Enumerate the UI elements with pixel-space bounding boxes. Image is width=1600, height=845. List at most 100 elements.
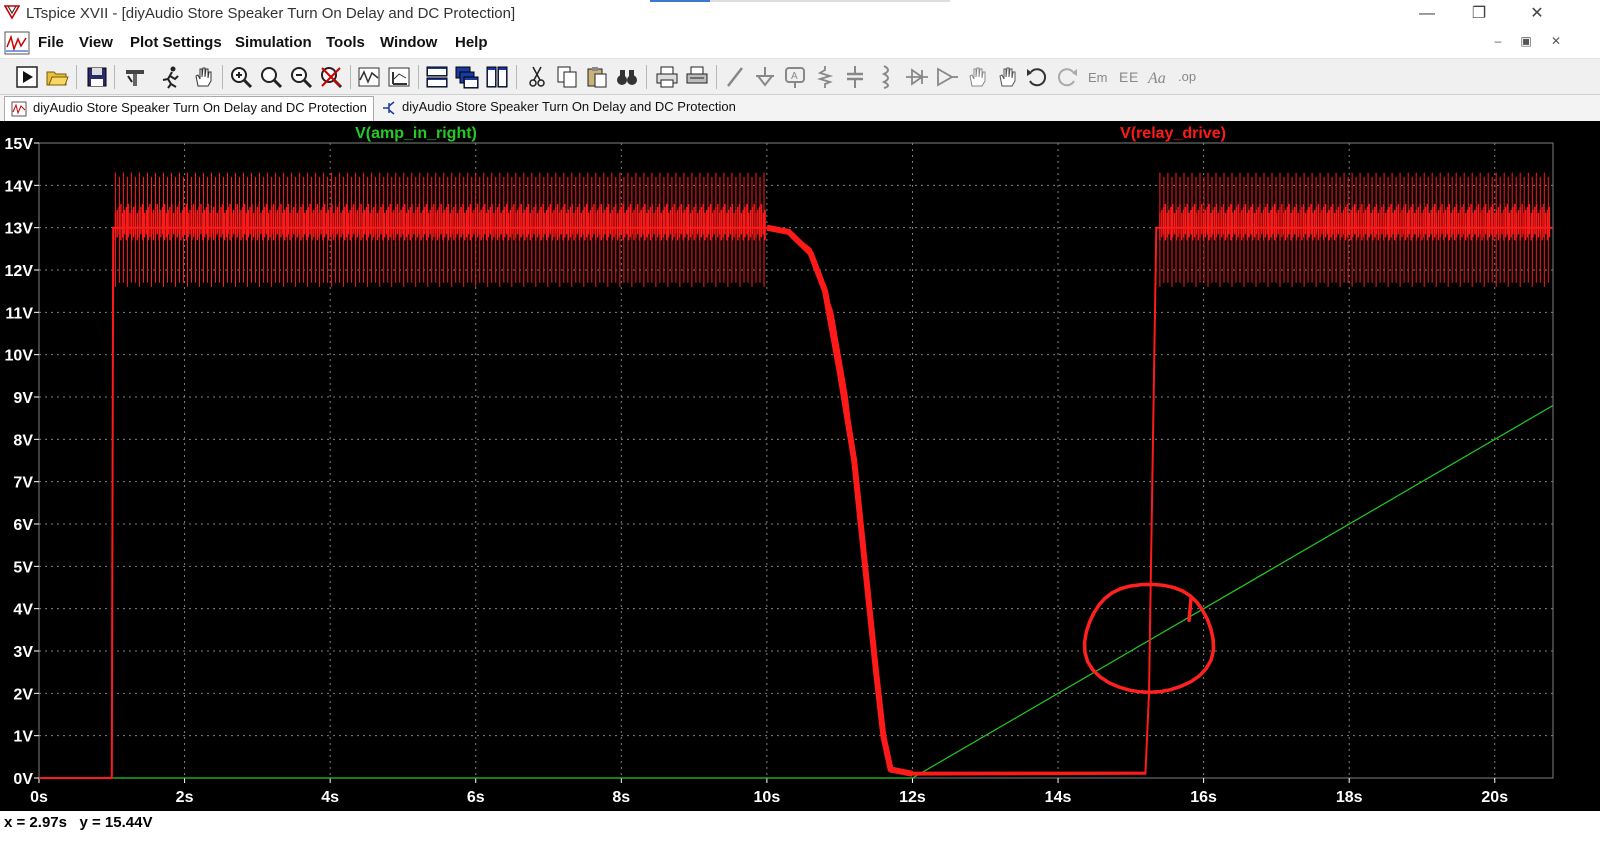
svg-text:E: E [1129,69,1138,85]
restore-button[interactable]: ❐ [1454,0,1504,28]
x-tick-label: 16s [1190,789,1217,806]
svg-text:Aa: Aa [1147,70,1166,87]
menu-simulation[interactable]: Simulation [235,34,312,51]
menu-tools[interactable]: Tools [326,34,365,51]
text-icon[interactable]: Aa [1146,64,1172,90]
y-tick-label: 11V [5,305,33,322]
x-tick-label: 8s [612,789,630,806]
menu-window[interactable]: Window [380,34,437,51]
mdi-restore-button[interactable]: ▣ [1516,34,1536,48]
trace-amp-in-right [39,404,1554,779]
tab-waveform-label: diyAudio Store Speaker Turn On Delay and… [33,100,367,115]
y-tick-label: 8V [13,432,33,449]
move-icon[interactable] [964,64,990,90]
y-tick-label: 14V [5,178,34,195]
svg-text:Em: Em [1088,70,1108,85]
autorange-icon[interactable] [356,64,382,90]
x-tick-label: 18s [1336,789,1363,806]
x-tick-label: 4s [321,789,339,806]
x-tick-label: 12s [899,789,926,806]
toolbar-separator [222,65,223,89]
label-icon[interactable]: A [782,64,808,90]
y-tick-label: 1V [13,729,33,746]
pan-icon[interactable] [190,64,216,90]
ground-icon[interactable] [752,64,778,90]
waveform-tab-icon [11,101,27,117]
title-highlight [650,0,710,2]
diode-icon[interactable] [904,64,930,90]
tile-v-icon[interactable] [484,64,510,90]
toolbar-separator [114,65,115,89]
waveform-doc-icon [4,31,30,55]
menu-file[interactable]: File [38,34,64,51]
run-sim-icon[interactable] [158,64,184,90]
y-tick-label: 12V [5,263,34,280]
zoom-in-icon[interactable] [228,64,254,90]
drag-icon[interactable] [994,64,1020,90]
print-icon[interactable] [654,64,680,90]
status-bar: x = 2.97s y = 15.44V [0,811,1600,845]
menu-help[interactable]: Help [455,34,488,51]
y-tick-label: 7V [13,475,33,492]
waveform-plot-pane[interactable]: 0V 1V 2V 3V 4V 5V 6V 7V 8V 9V 10V 11V 12V 13V 14V 15V 0s… [0,121,1600,811]
paste-icon[interactable] [584,64,610,90]
minimize-button[interactable]: — [1402,0,1452,28]
toolbar-separator [76,65,77,89]
mdi-minimize-button[interactable]: – [1488,34,1508,48]
cascade-icon[interactable] [454,64,480,90]
rotate-icon[interactable]: Em [1086,64,1112,90]
y-tick-label: 2V [13,686,33,703]
ltspice-logo-icon [4,5,20,20]
trace-relay-drive-ripple-right-core [1159,204,1551,241]
tab-schematic[interactable]: diyAudio Store Speaker Turn On Delay and… [374,96,742,120]
spice-directive-icon[interactable]: .op [1176,64,1202,90]
menu-plot-settings[interactable]: Plot Settings [130,34,222,51]
chart-icon[interactable] [386,64,412,90]
resistor-icon[interactable] [812,64,838,90]
svg-text:E: E [1119,69,1128,85]
toolbar-separator [716,65,717,89]
find-icon[interactable] [614,64,640,90]
control-panel-icon[interactable] [122,64,148,90]
component-icon[interactable] [934,64,960,90]
copy-icon[interactable] [554,64,580,90]
title-bar: LTspice XVII - [diyAudio Store Speaker T… [0,0,1600,28]
y-tick-label: 0V [13,771,33,788]
save-icon[interactable] [84,64,110,90]
zoom-fit-icon[interactable] [258,64,284,90]
window-title: LTspice XVII - [diyAudio Store Speaker T… [26,5,516,22]
close-button[interactable]: ✕ [1512,0,1562,28]
schematic-tab-icon [383,101,395,115]
x-tick-label: 10s [754,789,781,806]
y-tick-label: 10V [5,348,34,365]
waveform-plot[interactable]: 0V 1V 2V 3V 4V 5V 6V 7V 8V 9V 10V 11V 12V 13V 14V 15V 0s… [0,121,1600,811]
menu-view[interactable]: View [79,34,113,51]
undo-icon[interactable] [1024,64,1050,90]
tile-h-icon[interactable] [424,64,450,90]
inductor-icon[interactable] [872,64,898,90]
capacitor-icon[interactable] [842,64,868,90]
x-tick-label: 0s [30,789,48,806]
cut-icon[interactable] [524,64,550,90]
mdi-close-button[interactable]: ✕ [1546,34,1566,48]
print-setup-icon[interactable] [684,64,710,90]
x-tick-label: 2s [176,789,194,806]
menu-bar: File View Plot Settings Simulation Tools… [0,28,1600,59]
run-icon[interactable] [14,64,40,90]
toolbar-separator [350,65,351,89]
y-tick-label: 15V [5,136,34,153]
zoom-cancel-icon[interactable] [318,64,344,90]
redo-icon[interactable] [1054,64,1080,90]
svg-text:.op: .op [1178,69,1196,84]
open-icon[interactable] [44,64,70,90]
svg-text:A: A [791,71,798,82]
zoom-out-icon[interactable] [288,64,314,90]
tab-waveform[interactable]: diyAudio Store Speaker Turn On Delay and… [4,96,374,121]
x-tick-label: 6s [467,789,485,806]
x-tick-label: 14s [1045,789,1072,806]
y-tick-label: 9V [13,390,33,407]
mirror-icon[interactable]: EE [1116,64,1142,90]
wire-icon[interactable] [722,64,748,90]
trace-relay-drive [39,226,1553,779]
toolbar-separator [418,65,419,89]
